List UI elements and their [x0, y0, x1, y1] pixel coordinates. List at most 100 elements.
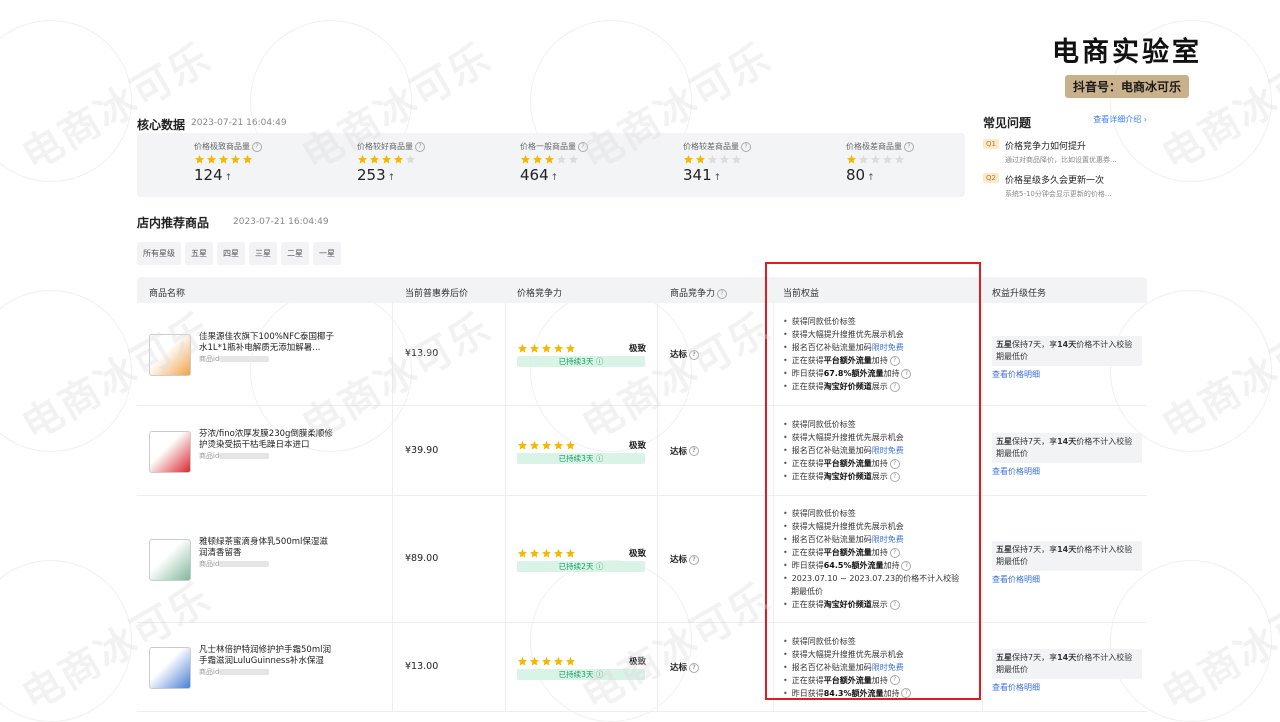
star-filled-icon — [529, 656, 540, 666]
help-icon[interactable]: ? — [889, 458, 900, 469]
star-empty-icon — [405, 154, 416, 164]
column-divider — [505, 496, 506, 622]
help-icon[interactable]: ? — [901, 688, 912, 698]
product-name[interactable]: 佳果源佳农旗下100%NFC泰国椰子水1L*1瓶补电解质无添加解暑... 商品id — [199, 332, 334, 365]
help-icon[interactable]: ? — [904, 141, 914, 152]
help-icon[interactable]: ? — [901, 560, 912, 571]
th-price: 当前普惠券后价 — [405, 289, 469, 299]
star-filter-group: 所有星级 五星 四星 三星 二星 一星 — [137, 242, 341, 265]
filter-chip[interactable]: 四星 — [217, 242, 245, 265]
th-task: 权益升级任务 — [992, 289, 1047, 299]
star-filled-icon — [393, 154, 404, 164]
faq-item[interactable]: Q2 价格星级多久会更新一次 系统5-10分钟会显示更新的价格... — [983, 173, 1153, 199]
help-icon[interactable]: ? — [252, 141, 262, 152]
product-price: ¥39.90 — [405, 444, 439, 456]
core-data-box: 价格极致商品量? 124 ↑ 价格较好商品量? 253 ↑ 价格一般商品量? 464 ↑ 价格较差… — [137, 133, 965, 197]
price-level: 极致 — [629, 657, 647, 667]
product-id: 商品id — [199, 354, 334, 365]
product-thumbnail[interactable] — [149, 334, 191, 376]
star-rating — [517, 656, 576, 667]
help-icon[interactable]: ? — [889, 381, 900, 392]
duration-badge: 已持续3天 ⓘ — [517, 452, 645, 464]
benefit-item: 获得大幅提升搜推优先展示机会 — [783, 520, 983, 533]
product-thumbnail[interactable] — [149, 647, 191, 689]
star-filled-icon — [230, 154, 241, 164]
help-icon[interactable]: ? — [689, 446, 700, 456]
filter-chip[interactable]: 三星 — [249, 242, 277, 265]
filter-chip[interactable]: 所有星级 — [137, 242, 181, 265]
help-icon[interactable]: ? — [889, 355, 900, 366]
product-thumbnail[interactable] — [149, 539, 191, 581]
core-card-value: 464 ↑ — [520, 166, 559, 184]
help-icon[interactable]: ? — [689, 554, 700, 565]
star-filled-icon — [206, 154, 217, 164]
product-thumbnail[interactable] — [149, 430, 191, 473]
star-filled-icon — [565, 440, 576, 450]
benefit-item: 正在获得淘宝好价频道展示? — [783, 598, 983, 611]
help-icon[interactable]: ? — [578, 141, 588, 152]
watermark-ring — [0, 560, 132, 722]
help-icon[interactable]: ? — [889, 547, 900, 558]
star-empty-icon — [556, 154, 567, 164]
star-empty-icon — [719, 154, 730, 164]
help-icon[interactable]: ? — [689, 349, 700, 360]
star-empty-icon — [731, 154, 742, 164]
faq-more-link[interactable]: 查看详细介绍 › — [1093, 114, 1147, 125]
star-filled-icon — [517, 440, 528, 450]
th-product-comp: 商品竞争力? — [670, 286, 728, 299]
help-icon[interactable]: ? — [889, 675, 900, 685]
price-detail-link[interactable]: 查看价格明细 — [992, 466, 1142, 477]
price-detail-link[interactable]: 查看价格明细 — [992, 682, 1142, 693]
free-badge[interactable]: 限时免费 — [872, 343, 904, 352]
benefit-list: 获得同款低价标签获得大幅提升搜推优先展示机会报名百亿补贴流量加码限时免费正在获得… — [783, 635, 983, 700]
star-filled-icon — [520, 154, 531, 164]
masked-id — [219, 561, 270, 567]
product-status: 达标? — [670, 553, 700, 565]
star-rating — [846, 154, 966, 165]
help-icon[interactable]: ? — [717, 288, 728, 299]
free-badge[interactable]: 限时免费 — [872, 446, 904, 455]
star-filled-icon — [517, 548, 528, 558]
price-detail-link[interactable]: 查看价格明细 — [992, 369, 1142, 380]
benefit-item: 报名百亿补贴流量加码限时免费 — [783, 533, 983, 546]
column-divider — [773, 406, 774, 495]
star-filled-icon — [517, 343, 528, 353]
brand-block: 电商实验室 抖音号：电商冰可乐 — [1032, 36, 1222, 98]
help-icon[interactable]: ? — [889, 599, 900, 610]
product-name[interactable]: 雅顿绿茶蜜滴身体乳500ml保湿滋润清香留香 商品id — [199, 537, 334, 570]
product-name[interactable]: 芬浓/fino浓厚发膜230g倒膜柔顺修护烫染受损干枯毛躁日本进口 商品id — [199, 429, 334, 462]
help-icon[interactable]: ? — [889, 471, 900, 482]
price-detail-link[interactable]: 查看价格明细 — [992, 574, 1142, 585]
column-divider — [657, 406, 658, 495]
faq-question: 价格星级多久会更新一次 — [1005, 176, 1105, 186]
star-empty-icon — [568, 154, 579, 164]
star-filled-icon — [194, 154, 205, 164]
core-card: 价格极致商品量? 124 ↑ — [194, 141, 314, 184]
watermark-text: 电商冰可乐 — [1154, 575, 1280, 720]
core-card-value: 341 ↑ — [683, 166, 722, 184]
star-rating — [517, 440, 576, 451]
core-card: 价格极差商品量? 80 ↑ — [846, 141, 966, 184]
help-icon[interactable]: ? — [741, 141, 751, 152]
star-filled-icon — [695, 154, 706, 164]
core-card: 价格较好商品量? 253 ↑ — [357, 141, 477, 184]
star-rating — [194, 154, 314, 165]
help-icon[interactable]: ? — [415, 141, 425, 152]
star-rating — [517, 343, 576, 354]
free-badge[interactable]: 限时免费 — [872, 663, 904, 672]
filter-chip[interactable]: 一星 — [313, 242, 341, 265]
product-name[interactable]: 凡士林倍护特润修护护手霜50ml润手霜滋润LuluGuinness补水保湿 商品i… — [199, 645, 334, 678]
core-card-label: 价格极差商品量? — [846, 141, 966, 152]
faq-item[interactable]: Q1 价格竞争力如何提升 通过对商品降价，比如设置优惠券... — [983, 139, 1153, 165]
help-icon[interactable]: ? — [689, 662, 700, 673]
benefit-item: 正在获得淘宝好价频道展示? — [783, 380, 983, 393]
benefit-item: 报名百亿补贴流量加码限时免费 — [783, 444, 983, 457]
help-icon[interactable]: ? — [901, 368, 912, 379]
filter-chip[interactable]: 二星 — [281, 242, 309, 265]
product-price: ¥89.00 — [405, 553, 439, 564]
benefit-item: 正在获得平台额外流量加持? — [783, 546, 983, 559]
filter-chip[interactable]: 五星 — [185, 242, 213, 265]
free-badge[interactable]: 限时免费 — [872, 535, 904, 544]
th-benefits: 当前权益 — [783, 289, 820, 299]
core-card-label: 价格较好商品量? — [357, 141, 477, 152]
